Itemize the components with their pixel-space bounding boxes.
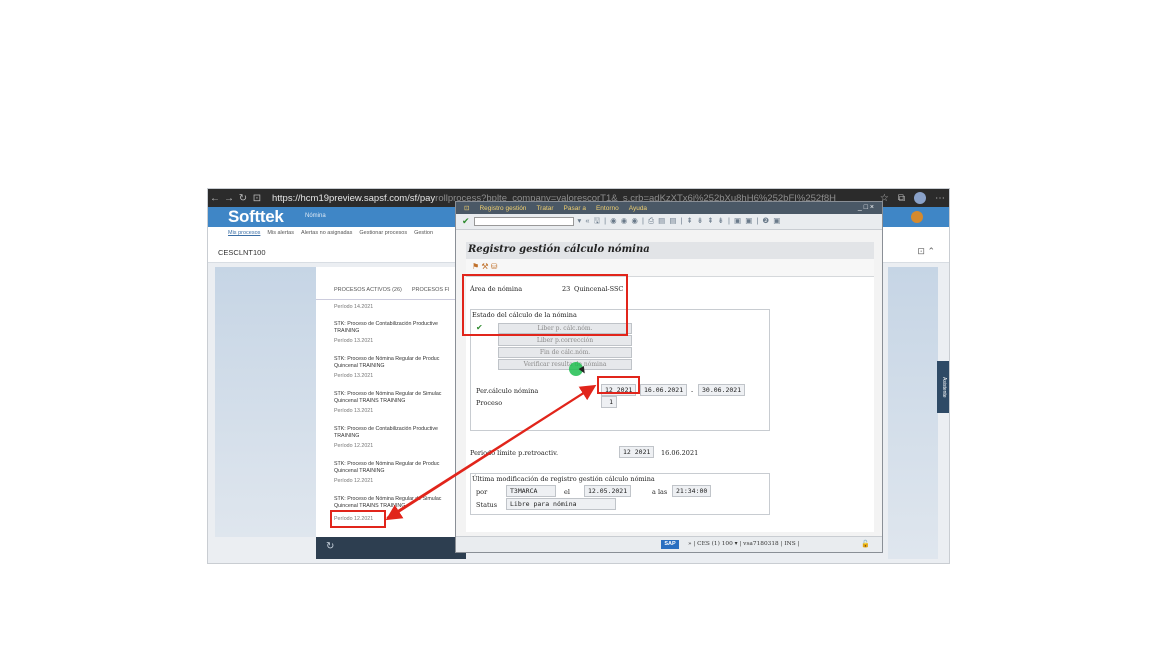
alas-value: 21:34:00: [672, 485, 712, 497]
right-background: [888, 267, 938, 559]
process-period: Período 13.2021: [334, 373, 374, 379]
sap-statusbar: SAP » | CES (1) 100 ▾ | vsa7180318 | INS…: [456, 536, 882, 552]
softtek-logo[interactable]: Softtek: [228, 207, 284, 227]
forward-icon[interactable]: →: [222, 193, 236, 204]
client-selector[interactable]: CESCLNT100: [218, 248, 266, 257]
sap-toolbar: ✔ ▾ « 🖫 | ◉ ◉ ◉ | ⎙ ▤ ▤ | ⇞ ⇟ ⇞ ⇟ | ▣ ▣ …: [456, 214, 882, 230]
command-field[interactable]: [473, 217, 574, 226]
menu-ayuda[interactable]: Ayuda: [629, 205, 647, 212]
process-period: Período 12.2021: [334, 443, 374, 449]
expand-icon[interactable]: ⊡ ⌃: [917, 246, 935, 257]
tab-gestion[interactable]: Gestion: [414, 230, 433, 236]
el-value: 12.05.2021: [584, 485, 632, 497]
status-value: Libre para nómina: [506, 498, 616, 510]
process-item[interactable]: STK: Proceso de Nómina Regular de Produc…: [334, 356, 464, 369]
verificar-resultados-button[interactable]: Verificar resulta de nómina: [498, 359, 632, 370]
tab-mis-alertas[interactable]: Mis alertas: [267, 230, 294, 236]
process-tabs: PROCESOS ACTIVOS (26) PROCESOS FI: [334, 287, 449, 293]
system-info[interactable]: » | CES (1) 100 ▾ | vsa7180318 | INS |: [688, 541, 799, 547]
proceso-label: Proceso: [476, 399, 503, 407]
el-label: el: [564, 488, 570, 496]
por-label: por: [476, 488, 488, 496]
process-item[interactable]: STK: Proceso de Contabilización Producti…: [334, 426, 464, 439]
por-value: T3MARCA: [506, 485, 556, 497]
alas-label: a las: [652, 488, 668, 496]
per-to-date: 30.06.2021: [698, 384, 746, 396]
tab-gestionar-procesos[interactable]: Gestionar procesos: [359, 230, 407, 236]
last-modification-title: Última modificación de registro gestión …: [472, 475, 655, 483]
liberar-correccion-button[interactable]: Liber p.corrección: [498, 335, 632, 346]
divider: [316, 299, 466, 300]
profile-avatar[interactable]: [914, 192, 926, 204]
highlight-period-box: [597, 376, 640, 394]
page-title: Registro gestión cálculo nómina: [468, 244, 650, 255]
highlight-sf-period-box: [330, 510, 386, 528]
enter-icon[interactable]: ✔: [462, 216, 470, 227]
module-selector[interactable]: Nómina: [305, 213, 326, 219]
process-item[interactable]: STK: Proceso de Contabilización Producti…: [334, 321, 464, 334]
tab-alertas-no-asignadas[interactable]: Alertas no asignadas: [301, 230, 352, 236]
per-separator: -: [691, 387, 694, 395]
per-from-date: 16.06.2021: [640, 384, 688, 396]
collections-icon[interactable]: ⧉: [898, 193, 905, 204]
fin-calculo-button[interactable]: Fin de cálc.nóm.: [498, 347, 632, 358]
process-item[interactable]: STK: Proceso de Nómina Regular de Simula…: [334, 391, 464, 404]
tab-procesos-activos[interactable]: PROCESOS ACTIVOS (26): [334, 287, 402, 293]
left-background: [215, 267, 317, 537]
screenshot-stage: ← → ↻ ⊡ https://hcm19preview.sapsf.com/s…: [0, 0, 1152, 648]
url-text: https://hcm19preview.sapsf.com/sf/pay: [272, 192, 436, 204]
user-avatar[interactable]: [911, 211, 923, 223]
tab-procesos-finalizados[interactable]: PROCESOS FI: [412, 287, 450, 293]
process-item[interactable]: STK: Proceso de Nómina Regular de Produc…: [334, 461, 464, 474]
menu-pasar-a[interactable]: Pasar a: [564, 205, 586, 212]
process-footer: ↻: [316, 537, 466, 559]
menu-entorno[interactable]: Entorno: [596, 205, 619, 212]
process-period: Período 13.2021: [334, 408, 374, 414]
toolbar-icons[interactable]: ▾ « 🖫 | ◉ ◉ ◉ | ⎙ ▤ ▤ | ⇞ ⇟ ⇞ ⇟ | ▣ ▣ | …: [578, 215, 782, 228]
proceso-value[interactable]: 1: [601, 396, 617, 408]
process-period: Período 12.2021: [334, 478, 374, 484]
status-label: Status: [476, 501, 498, 509]
process-item[interactable]: STK: Proceso de Nómina Regular de Simula…: [334, 496, 464, 509]
sap-menubar: ⊡ Registro gestión Tratar Pasar a Entorn…: [456, 202, 882, 214]
per-calculo-label: Per.cálculo nómina: [476, 387, 539, 395]
lock-icon: ⊡: [252, 192, 262, 204]
retroactivo-label: Periodo límite p.retroactiv.: [470, 449, 559, 457]
tab-mis-procesos[interactable]: Mis procesos: [228, 230, 260, 236]
assistant-tab[interactable]: Asistente: [937, 361, 949, 413]
sap-menu-icon[interactable]: ⊡: [464, 204, 469, 212]
sap-window: ⊡ Registro gestión Tratar Pasar a Entorn…: [455, 201, 883, 553]
menu-tratar[interactable]: Tratar: [536, 205, 553, 212]
retroactivo-date: 16.06.2021: [661, 449, 699, 457]
process-period: Período 14.2021: [334, 304, 374, 310]
refresh-icon[interactable]: ↻: [326, 541, 334, 552]
browser-actions: ☆ ⧉ ⋯: [880, 189, 945, 207]
highlight-area-box: [462, 274, 628, 336]
menu-registro-gestion[interactable]: Registro gestión: [479, 205, 526, 212]
more-icon[interactable]: ⋯: [935, 193, 945, 204]
lock-icon[interactable]: 🔓: [861, 540, 870, 548]
back-icon[interactable]: ←: [208, 193, 222, 204]
window-controls[interactable]: _ □ ×: [858, 202, 874, 214]
process-period: Período 13.2021: [334, 338, 374, 344]
retroactivo-value[interactable]: 12 2021: [619, 446, 655, 458]
reload-icon[interactable]: ↻: [236, 193, 250, 204]
sap-logo: SAP: [661, 540, 679, 549]
